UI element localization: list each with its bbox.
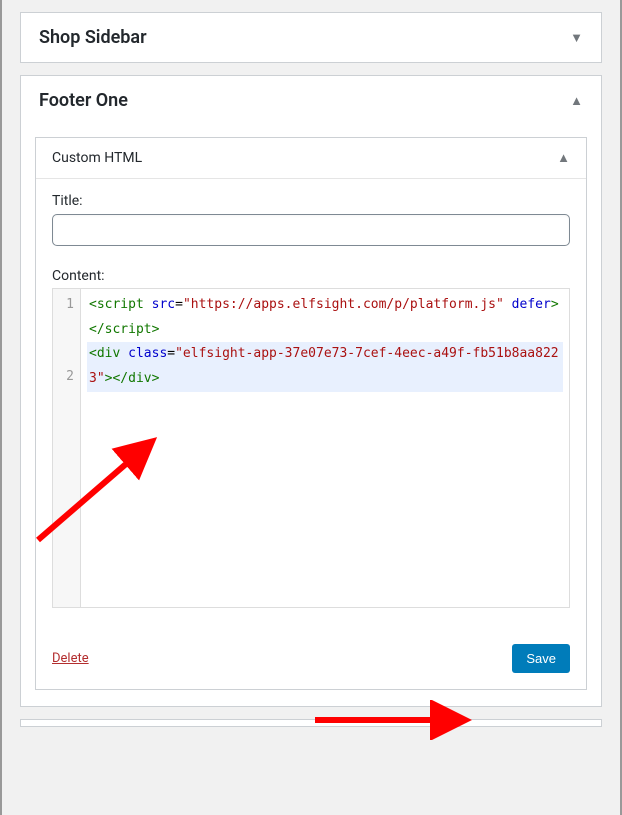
code-line[interactable]: <script src="https://apps.elfsight.com/p… xyxy=(87,293,563,342)
chevron-up-icon: ▲ xyxy=(570,93,583,109)
widget-name: Custom HTML xyxy=(52,150,142,166)
area-body-footer-one: Custom HTML ▲ Title: Content: 1 2 <scrip… xyxy=(21,125,601,706)
line-gutter: 1 2 xyxy=(53,289,81,607)
widget-header[interactable]: Custom HTML ▲ xyxy=(36,138,586,179)
chevron-up-icon: ▲ xyxy=(557,150,570,166)
delete-link[interactable]: Delete xyxy=(52,651,89,666)
code-content[interactable]: <script src="https://apps.elfsight.com/p… xyxy=(81,289,569,607)
title-input[interactable] xyxy=(52,214,570,246)
chevron-down-icon: ▼ xyxy=(570,30,583,46)
area-header-footer-one[interactable]: Footer One ▲ xyxy=(21,76,601,125)
widget-actions: Delete Save xyxy=(52,644,570,673)
area-title: Footer One xyxy=(39,90,128,111)
widget-custom-html: Custom HTML ▲ Title: Content: 1 2 <scrip… xyxy=(35,137,587,690)
code-line[interactable]: <div class="elfsight-app-37e07e73-7cef-4… xyxy=(87,342,563,391)
next-area-partial xyxy=(20,719,602,727)
content-code-editor[interactable]: 1 2 <script src="https://apps.elfsight.c… xyxy=(52,288,570,608)
line-number: 2 xyxy=(63,365,74,390)
widget-area-shop-sidebar: Shop Sidebar ▼ xyxy=(20,12,602,63)
widget-form: Title: Content: 1 2 <script src="https:/… xyxy=(36,179,586,689)
widget-area-footer-one: Footer One ▲ Custom HTML ▲ Title: Conten… xyxy=(20,75,602,707)
area-header-shop-sidebar[interactable]: Shop Sidebar ▼ xyxy=(21,13,601,62)
content-label: Content: xyxy=(52,268,570,284)
save-button[interactable]: Save xyxy=(512,644,570,673)
title-label: Title: xyxy=(52,193,570,209)
line-number: 1 xyxy=(63,293,74,365)
area-title: Shop Sidebar xyxy=(39,27,147,48)
